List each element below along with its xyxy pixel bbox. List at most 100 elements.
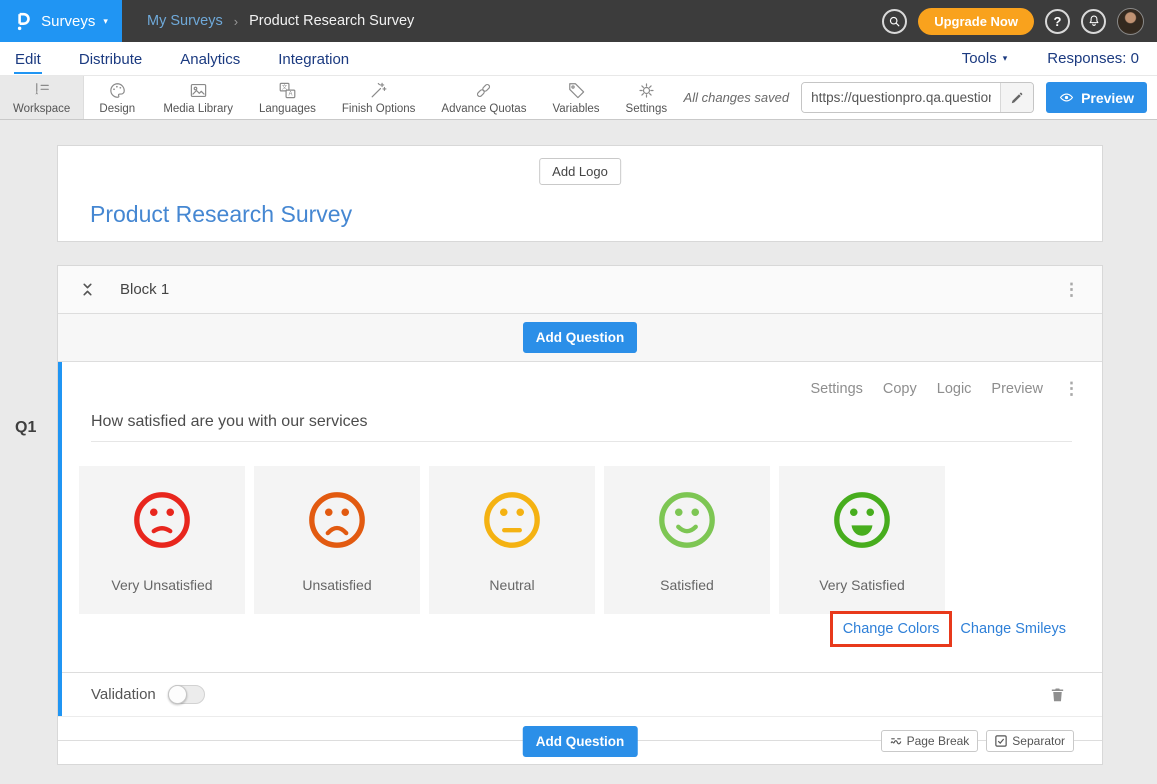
tools-menu[interactable]: Tools ▾ — [962, 50, 1008, 67]
topbar-actions: Upgrade Now ? — [882, 8, 1157, 35]
question-preview-link[interactable]: Preview — [991, 381, 1043, 397]
gear-icon — [637, 81, 656, 100]
eye-icon — [1059, 90, 1074, 105]
smiley-scale: Very Unsatisfied Unsatisfied — [79, 466, 945, 614]
add-question-button-bottom[interactable]: Add Question — [523, 726, 638, 757]
add-question-button-top[interactable]: Add Question — [523, 322, 638, 353]
edit-url-button[interactable] — [1000, 83, 1033, 112]
survey-nav-right: Tools ▾ Responses: 0 — [962, 50, 1143, 67]
checkbox-checked-icon — [995, 735, 1007, 747]
question-settings-link[interactable]: Settings — [810, 381, 862, 397]
question-section: Settings Copy Logic Preview ⋮ How satisf… — [58, 362, 1102, 716]
editor-toolbar: Workspace Design Media Library 文A Langua… — [0, 76, 1157, 120]
user-avatar[interactable] — [1117, 8, 1144, 35]
app-menu[interactable]: Surveys ▾ — [0, 0, 122, 42]
image-icon — [189, 81, 208, 100]
option-neutral[interactable]: Neutral — [429, 466, 595, 614]
option-unsatisfied[interactable]: Unsatisfied — [254, 466, 420, 614]
change-smileys-link[interactable]: Change Smileys — [960, 621, 1066, 637]
question-text[interactable]: How satisfied are you with our services — [91, 413, 368, 431]
delete-question-button[interactable] — [1049, 686, 1066, 703]
question-logic-link[interactable]: Logic — [937, 381, 972, 397]
trash-icon — [1049, 686, 1066, 703]
block-card: Block 1 ⋮ Add Question Settings Copy Log… — [57, 265, 1103, 765]
toggle-knob — [168, 685, 187, 704]
tab-analytics[interactable]: Analytics — [179, 44, 241, 74]
preview-button-label: Preview — [1081, 90, 1134, 106]
breadcrumb-my-surveys[interactable]: My Surveys — [147, 13, 223, 29]
page-break-icon — [890, 735, 902, 747]
tag-icon — [567, 81, 586, 100]
breadcrumb-current-survey: Product Research Survey — [249, 13, 414, 29]
toolbar-item-label: Media Library — [163, 103, 233, 115]
change-colors-highlight-box: Change Colors — [830, 611, 953, 647]
block-options-menu[interactable]: ⋮ — [1063, 281, 1080, 298]
option-satisfied[interactable]: Satisfied — [604, 466, 770, 614]
survey-header-card: Add Logo Product Research Survey — [57, 145, 1103, 242]
chevron-down-icon: ▾ — [103, 16, 108, 27]
neutral-face-icon — [481, 489, 543, 551]
toolbar-item-settings[interactable]: Settings — [613, 76, 681, 119]
frown-face-icon — [306, 489, 368, 551]
chevron-down-icon: ▾ — [1003, 53, 1008, 64]
toolbar-item-media-library[interactable]: Media Library — [150, 76, 246, 119]
toolbar-item-label: Advance Quotas — [441, 103, 526, 115]
validation-label: Validation — [91, 686, 156, 703]
option-very-satisfied[interactable]: Very Satisfied — [779, 466, 945, 614]
tab-integration[interactable]: Integration — [277, 44, 350, 74]
validation-toggle[interactable] — [168, 685, 205, 704]
collapse-block-button[interactable] — [80, 282, 95, 297]
chain-link-icon — [474, 81, 493, 100]
option-label: Very Unsatisfied — [111, 577, 212, 593]
option-label: Very Satisfied — [819, 577, 905, 593]
toolbar-right: All changes saved Preview — [684, 76, 1157, 119]
footer-buttons: Page Break Separator — [881, 730, 1074, 752]
tab-distribute[interactable]: Distribute — [78, 44, 143, 74]
toolbar-item-label: Design — [99, 103, 135, 115]
responses-count: Responses: 0 — [1047, 50, 1139, 67]
page-break-button[interactable]: Page Break — [881, 730, 979, 752]
workspace-icon — [32, 81, 51, 100]
change-colors-link[interactable]: Change Colors — [843, 621, 940, 637]
save-status-text: All changes saved — [684, 90, 790, 105]
tools-menu-label: Tools — [962, 50, 997, 67]
preview-button[interactable]: Preview — [1046, 82, 1147, 113]
workspace-canvas: Q1 Add Logo Product Research Survey Bloc… — [0, 120, 1157, 784]
toolbar-item-workspace[interactable]: Workspace — [0, 76, 84, 119]
smile-face-icon — [656, 489, 718, 551]
smiley-config-links: Change Colors Change Smileys — [830, 611, 1066, 647]
survey-title[interactable]: Product Research Survey — [90, 201, 352, 228]
toolbar-item-label: Workspace — [13, 103, 70, 115]
separator-button[interactable]: Separator — [986, 730, 1074, 752]
block-title[interactable]: Block 1 — [120, 281, 169, 298]
add-question-row: Add Question — [58, 314, 1102, 362]
question-copy-link[interactable]: Copy — [883, 381, 917, 397]
toolbar-item-finish-options[interactable]: Finish Options — [329, 76, 429, 119]
question-code: Q1 — [15, 419, 36, 437]
collapse-icon — [80, 282, 95, 297]
search-button[interactable] — [882, 9, 907, 34]
top-navbar: Surveys ▾ My Surveys › Product Research … — [0, 0, 1157, 42]
toolbar-item-variables[interactable]: Variables — [539, 76, 612, 119]
question-mark-icon: ? — [1054, 14, 1062, 29]
upgrade-now-button[interactable]: Upgrade Now — [918, 8, 1034, 35]
survey-nav: Edit Distribute Analytics Integration To… — [0, 42, 1157, 76]
option-label: Satisfied — [660, 577, 714, 593]
option-label: Neutral — [489, 577, 534, 593]
tab-edit[interactable]: Edit — [14, 44, 42, 74]
toolbar-item-languages[interactable]: 文A Languages — [246, 76, 329, 119]
help-button[interactable]: ? — [1045, 9, 1070, 34]
survey-url-input[interactable] — [802, 83, 1000, 112]
question-options-menu[interactable]: ⋮ — [1063, 380, 1080, 397]
question-divider — [91, 441, 1072, 442]
toolbar-item-label: Variables — [552, 103, 599, 115]
app-menu-label: Surveys — [41, 13, 95, 30]
survey-url-box — [801, 82, 1034, 113]
survey-nav-tabs: Edit Distribute Analytics Integration — [14, 44, 350, 74]
option-very-unsatisfied[interactable]: Very Unsatisfied — [79, 466, 245, 614]
toolbar-item-design[interactable]: Design — [84, 76, 150, 119]
add-logo-button[interactable]: Add Logo — [539, 158, 621, 185]
toolbar-item-advance-quotas[interactable]: Advance Quotas — [428, 76, 539, 119]
notifications-button[interactable] — [1081, 9, 1106, 34]
toolbar-item-label: Finish Options — [342, 103, 416, 115]
